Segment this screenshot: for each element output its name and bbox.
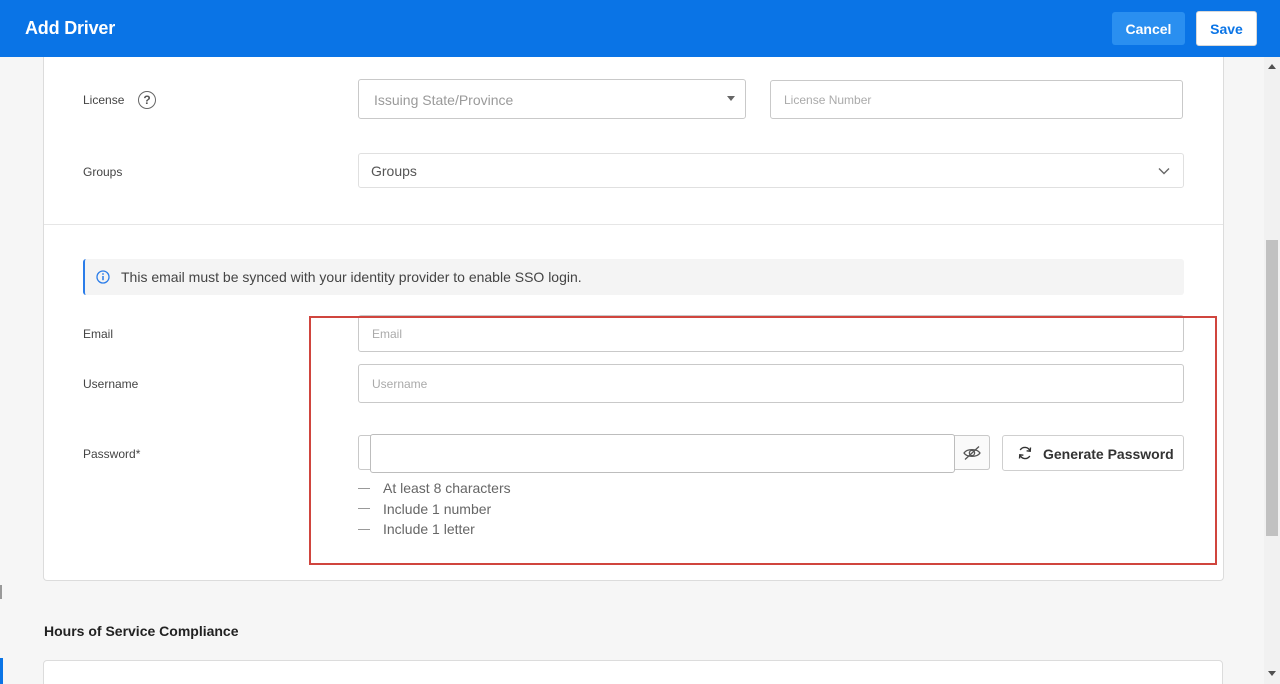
toggle-password-visibility-button[interactable]	[955, 435, 990, 470]
issuing-state-placeholder: Issuing State/Province	[374, 92, 514, 108]
email-label: Email	[83, 327, 114, 341]
sso-info-message: This email must be synced with your iden…	[121, 269, 582, 285]
help-circle-icon[interactable]: ?	[138, 91, 156, 109]
left-edge-marker	[0, 585, 2, 599]
hos-section-title: Hours of Service Compliance	[44, 623, 239, 639]
list-item: Include 1 number	[358, 499, 511, 520]
caret-down-icon	[727, 96, 735, 101]
groups-label: Groups	[83, 165, 123, 179]
password-rules-list: At least 8 characters Include 1 number I…	[358, 478, 511, 540]
chevron-down-icon	[1158, 168, 1170, 175]
left-edge-accent	[0, 658, 3, 684]
dash-icon	[358, 508, 370, 510]
driver-details-card: License ? Issuing State/Province Groups …	[43, 57, 1224, 581]
groups-select[interactable]: Groups	[358, 153, 1184, 188]
save-button[interactable]: Save	[1196, 11, 1257, 46]
section-divider	[44, 224, 1223, 225]
license-label: License	[83, 93, 125, 107]
scroll-up-button[interactable]	[1264, 59, 1280, 73]
password-label: Password*	[83, 447, 141, 461]
scroll-down-button[interactable]	[1264, 667, 1280, 681]
triangle-down-icon	[1268, 671, 1276, 676]
password-rule-text: Include 1 number	[383, 500, 492, 517]
page-header: Add Driver Cancel Save	[0, 0, 1280, 57]
username-label: Username	[83, 377, 139, 391]
vertical-scrollbar[interactable]	[1264, 57, 1280, 684]
cancel-button[interactable]: Cancel	[1112, 12, 1185, 45]
groups-value: Groups	[371, 163, 417, 179]
password-rule-text: At least 8 characters	[383, 480, 511, 497]
username-input[interactable]	[358, 364, 1184, 403]
scroll-thumb[interactable]	[1266, 240, 1278, 536]
list-item: Include 1 letter	[358, 519, 511, 540]
password-input[interactable]	[370, 434, 955, 473]
password-rule-text: Include 1 letter	[383, 521, 475, 538]
issuing-state-select[interactable]: Issuing State/Province	[358, 79, 746, 119]
triangle-up-icon	[1268, 64, 1276, 69]
email-input[interactable]	[358, 315, 1184, 352]
dash-icon	[358, 528, 370, 530]
page-title: Add Driver	[25, 18, 116, 38]
eye-off-icon	[963, 445, 981, 460]
sso-info-banner: This email must be synced with your iden…	[83, 259, 1184, 295]
refresh-icon	[1018, 446, 1032, 460]
generate-password-button[interactable]: Generate Password	[1002, 435, 1184, 471]
info-icon	[96, 270, 110, 284]
license-number-input[interactable]	[770, 80, 1183, 119]
dash-icon	[358, 487, 370, 489]
hos-card	[43, 660, 1223, 684]
generate-password-label: Generate Password	[1043, 446, 1174, 462]
list-item: At least 8 characters	[358, 478, 511, 499]
